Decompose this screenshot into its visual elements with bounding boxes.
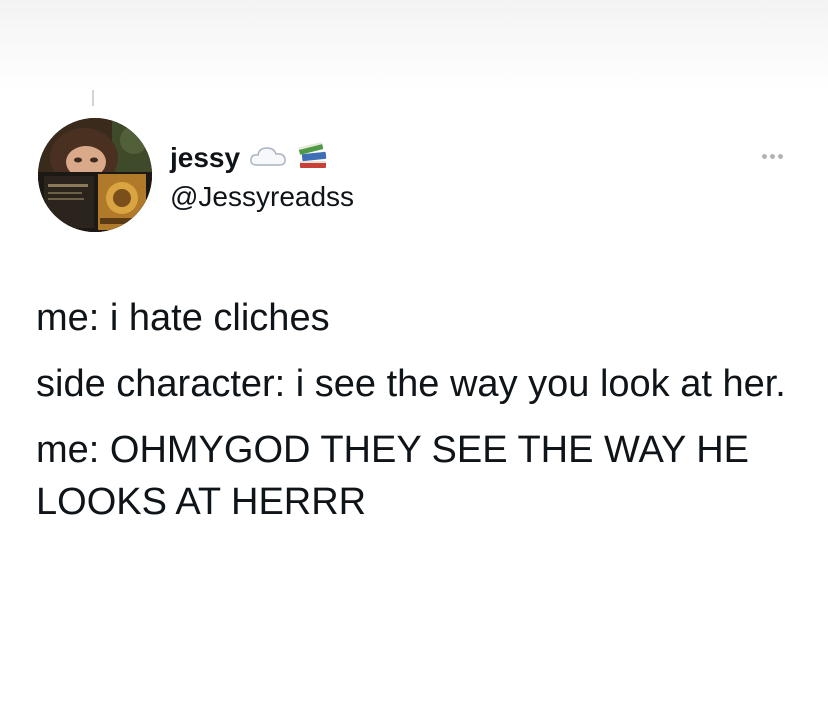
tweet-line: me: OHMYGOD THEY SEE THE WAY HE LOOKS AT… — [36, 429, 750, 523]
avatar-photo — [38, 118, 152, 232]
more-options-icon-dot — [777, 153, 783, 159]
top-fade — [0, 0, 828, 92]
books-icon — [296, 141, 330, 176]
author-name-row: jessy — [170, 140, 330, 176]
tweet-line: me: i hate cliches — [36, 297, 330, 339]
more-options-button[interactable] — [754, 144, 790, 168]
author-handle[interactable]: @Jessyreadss — [170, 181, 354, 213]
more-options-icon-dot — [769, 153, 775, 159]
thread-connector — [92, 90, 94, 106]
tweet-text: me: i hate cliches side character: i see… — [36, 292, 796, 542]
display-name[interactable]: jessy — [170, 142, 240, 174]
tweet-line: side character: i see the way you look a… — [36, 363, 786, 405]
cloud-icon — [248, 143, 288, 174]
more-options-icon — [761, 153, 767, 159]
avatar[interactable] — [38, 118, 152, 232]
